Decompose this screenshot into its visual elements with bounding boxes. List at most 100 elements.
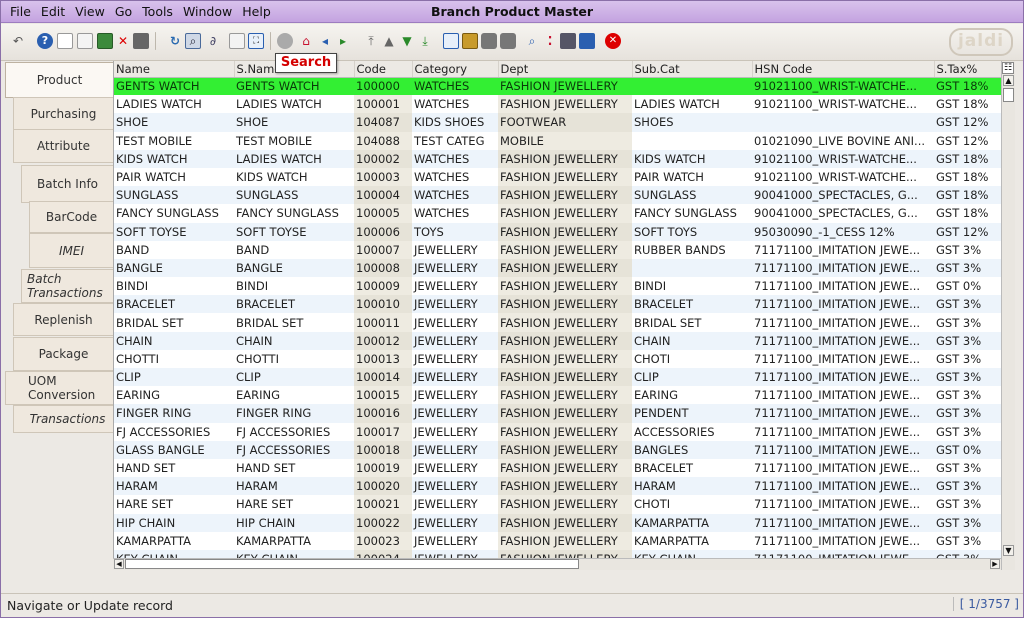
- history-icon[interactable]: [481, 33, 497, 49]
- horizontal-scrollbar[interactable]: ◀ ▶: [113, 558, 1001, 570]
- cell-subcat[interactable]: CHAIN: [632, 331, 752, 350]
- cell-name[interactable]: BRIDAL SET: [114, 313, 234, 331]
- cell-subcat[interactable]: HARAM: [632, 477, 752, 496]
- table-row[interactable]: CHAIN CHAIN 100012 JEWELLERY FASHION JEWELLE…: [114, 331, 1001, 350]
- cell-stax[interactable]: GST 18%: [934, 204, 1001, 222]
- menu-view[interactable]: View: [70, 4, 110, 20]
- cell-sname[interactable]: BANGLE: [234, 258, 354, 278]
- cell-subcat[interactable]: SUNGLASS: [632, 186, 752, 205]
- cell-hsn[interactable]: 71171100_IMITATION JEWE...: [752, 549, 934, 558]
- cell-code[interactable]: 100013: [354, 349, 412, 368]
- cell-category[interactable]: JEWELLERY: [412, 350, 498, 368]
- scroll-right-icon[interactable]: ▶: [990, 559, 1000, 569]
- cell-code[interactable]: 100007: [354, 240, 412, 259]
- cell-name[interactable]: FINGER RING: [114, 404, 234, 423]
- cell-name[interactable]: GLASS BANGLE: [114, 440, 234, 459]
- tab-imei[interactable]: IMEI: [29, 233, 113, 268]
- cell-sname[interactable]: EARING: [234, 386, 354, 404]
- cell-hsn[interactable]: 91021100_WRIST-WATCHE...: [752, 149, 934, 168]
- cell-dept[interactable]: FASHION JEWELLERY: [498, 368, 632, 387]
- cell-code[interactable]: 100010: [354, 295, 412, 314]
- cell-subcat[interactable]: PENDENT: [632, 404, 752, 423]
- cell-code[interactable]: 100009: [354, 277, 412, 296]
- cell-hsn[interactable]: 71171100_IMITATION JEWE...: [752, 258, 934, 278]
- copy-icon[interactable]: [77, 33, 93, 49]
- cell-sname[interactable]: CLIP: [234, 368, 354, 387]
- table-row[interactable]: BANGLE BANGLE 100008 JEWELLERY FASHION JEWEL…: [114, 258, 1001, 278]
- cell-hsn[interactable]: 01021090_LIVE BOVINE ANI...: [752, 132, 934, 150]
- menu-go[interactable]: Go: [110, 4, 137, 20]
- search-icon[interactable]: ⌕: [185, 33, 201, 49]
- cell-sname[interactable]: TEST MOBILE: [234, 132, 354, 150]
- table-row[interactable]: HARE SET HARE SET 100021 JEWELLERY FASHION J…: [114, 495, 1001, 514]
- cell-dept[interactable]: FASHION JEWELLERY: [498, 404, 632, 423]
- cell-dept[interactable]: FASHION JEWELLERY: [498, 477, 632, 496]
- cell-sname[interactable]: FJ ACCESSORIES: [234, 423, 354, 441]
- cell-category[interactable]: JEWELLERY: [412, 495, 498, 513]
- table-row[interactable]: HIP CHAIN HIP CHAIN 100022 JEWELLERY FASHION…: [114, 513, 1001, 532]
- cell-code[interactable]: 100016: [354, 404, 412, 423]
- cell-stax[interactable]: GST 0%: [934, 277, 1001, 295]
- cell-sname[interactable]: LADIES WATCH: [234, 95, 354, 113]
- undo-icon[interactable]: ↶: [10, 33, 26, 49]
- cell-category[interactable]: JEWELLERY: [412, 477, 498, 496]
- table-row[interactable]: TEST MOBILE TEST MOBILE 104088 TEST CATEG MO…: [114, 131, 1001, 150]
- cell-code[interactable]: 100005: [354, 204, 412, 223]
- menu-edit[interactable]: Edit: [36, 4, 70, 20]
- cell-sname[interactable]: HARE SET: [234, 495, 354, 513]
- tab-package[interactable]: Package: [13, 337, 113, 371]
- cell-hsn[interactable]: 91021100_WRIST-WATCHE...: [752, 95, 934, 113]
- cell-dept[interactable]: FASHION JEWELLERY: [498, 313, 632, 332]
- cell-sname[interactable]: CHOTTI: [234, 350, 354, 368]
- cell-category[interactable]: WATCHES: [412, 95, 498, 113]
- home-icon[interactable]: ⌂: [298, 33, 314, 49]
- cell-hsn[interactable]: 95030090_-1_CESS 12%: [752, 222, 934, 241]
- cell-category[interactable]: WATCHES: [412, 204, 498, 222]
- cell-subcat[interactable]: [632, 258, 752, 278]
- cell-code[interactable]: 100000: [354, 77, 412, 96]
- cell-hsn[interactable]: 71171100_IMITATION JEWE...: [752, 459, 934, 477]
- cell-sname[interactable]: BRIDAL SET: [234, 313, 354, 331]
- menu-help[interactable]: Help: [237, 4, 276, 20]
- cell-hsn[interactable]: 71171100_IMITATION JEWE...: [752, 404, 934, 423]
- cell-name[interactable]: SUNGLASS: [114, 186, 234, 205]
- cell-category[interactable]: JEWELLERY: [412, 404, 498, 423]
- cell-stax[interactable]: GST 3%: [934, 386, 1001, 404]
- cell-dept[interactable]: FASHION JEWELLERY: [498, 349, 632, 368]
- table-row[interactable]: EARING EARING 100015 JEWELLERY FASHION JEWEL…: [114, 386, 1001, 405]
- cell-name[interactable]: FANCY SUNGLASS: [114, 204, 234, 222]
- close-icon[interactable]: ✕: [605, 33, 621, 49]
- cell-subcat[interactable]: SHOES: [632, 113, 752, 132]
- col-header-category[interactable]: Category: [412, 61, 499, 78]
- cell-stax[interactable]: GST 3%: [934, 313, 1001, 331]
- cell-hsn[interactable]: 71171100_IMITATION JEWE...: [752, 386, 934, 404]
- first-icon[interactable]: ⤒: [363, 33, 379, 49]
- cell-code[interactable]: 100021: [354, 495, 412, 514]
- cell-hsn[interactable]: 71171100_IMITATION JEWE...: [752, 477, 934, 496]
- cell-category[interactable]: JEWELLERY: [412, 423, 498, 441]
- table-row[interactable]: KAMARPATTA KAMARPATTA 100023 JEWELLERY FASHI…: [114, 531, 1001, 550]
- cell-stax[interactable]: GST 18%: [934, 95, 1001, 113]
- table-row[interactable]: KEY CHAINKEY CHAIN100024JEWELLERYFASHION…: [114, 549, 1001, 558]
- cell-name[interactable]: EARING: [114, 386, 234, 404]
- cell-dept[interactable]: FASHION JEWELLERY: [498, 204, 632, 223]
- cell-code[interactable]: 100008: [354, 258, 412, 278]
- cell-code[interactable]: 100004: [354, 186, 412, 205]
- table-row[interactable]: KIDS WATCH LADIES WATCH 100002 WATCHES FASHI…: [114, 149, 1001, 168]
- chat-icon[interactable]: [500, 33, 516, 49]
- refresh-icon[interactable]: ↻: [167, 33, 183, 49]
- translate-icon[interactable]: ⁚: [542, 33, 558, 49]
- cell-stax[interactable]: GST 12%: [934, 132, 1001, 150]
- col-header-code[interactable]: Code: [354, 61, 413, 78]
- cell-dept[interactable]: FASHION JEWELLERY: [498, 277, 632, 296]
- cell-code[interactable]: 100020: [354, 477, 412, 496]
- table-row[interactable]: HARAM HARAM 100020 JEWELLERY FASHION JEWELLE…: [114, 477, 1001, 496]
- cell-name[interactable]: SOFT TOYSE: [114, 222, 234, 241]
- zoom-detail-icon[interactable]: ⌕: [524, 33, 540, 49]
- cell-category[interactable]: TOYS: [412, 222, 498, 241]
- cell-sname[interactable]: KIDS WATCH: [234, 168, 354, 186]
- attach-icon[interactable]: ∂: [205, 33, 221, 49]
- cell-subcat[interactable]: BRACELET: [632, 295, 752, 314]
- table-row[interactable]: HAND SET HAND SET 100019 JEWELLERY FASHION J…: [114, 458, 1001, 478]
- cell-name[interactable]: CLIP: [114, 368, 234, 387]
